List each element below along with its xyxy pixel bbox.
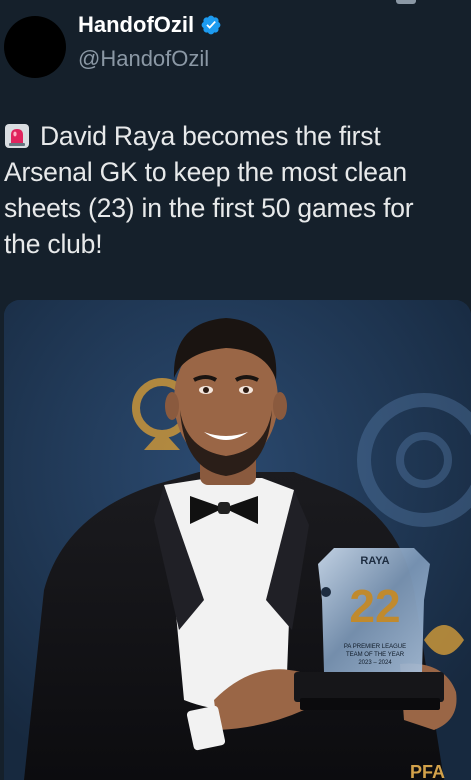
trophy-name-text: RAYA — [360, 555, 389, 567]
tweet-media-photo[interactable]: RAYA 22 PA PREMIER LEAGUE TEAM OF THE YE… — [4, 300, 471, 780]
backdrop-text: PFA — [410, 762, 445, 780]
trophy-line-2: TEAM OF THE YEAR — [346, 652, 405, 658]
verified-badge-icon — [200, 14, 222, 36]
siren-icon — [4, 122, 30, 148]
trophy-line-3: 2023 – 2024 — [358, 660, 392, 666]
photo-illustration: RAYA 22 PA PREMIER LEAGUE TEAM OF THE YE… — [4, 300, 471, 780]
tweet-text-line-2: Arsenal GK to keep the most clean — [4, 157, 407, 187]
user-handle[interactable]: @HandofOzil — [78, 46, 209, 72]
tweet-text-line-1: David Raya becomes the first — [4, 118, 466, 154]
trophy-logo-icon — [321, 587, 331, 597]
tweet-text-line-1-text: David Raya becomes the first — [40, 121, 381, 151]
avatar[interactable] — [4, 16, 66, 78]
display-name[interactable]: HandofOzil — [78, 10, 194, 40]
tweet-text: David Raya becomes the first Arsenal GK … — [4, 118, 466, 262]
name-row: HandofOzil — [78, 10, 222, 40]
top-edge-fragment — [396, 0, 416, 4]
tweet-header: HandofOzil @HandofOzil — [4, 10, 464, 80]
trophy-line-1: PA PREMIER LEAGUE — [344, 644, 406, 650]
tweet-text-line-3: sheets (23) in the first 50 games for — [4, 193, 414, 223]
tweet-text-line-4: the club! — [4, 229, 103, 259]
trophy-number-text: 22 — [349, 580, 400, 632]
